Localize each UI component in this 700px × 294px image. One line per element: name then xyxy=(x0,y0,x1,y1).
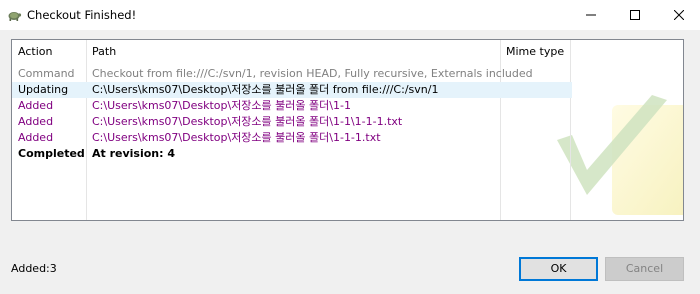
maximize-button[interactable] xyxy=(612,0,658,30)
column-header: Action Path Mime type xyxy=(12,40,683,220)
row-path: Checkout from file:///C:/svn/1, revision… xyxy=(92,67,533,80)
list-item[interactable]: Added C:\Users\kms07\Desktop\저장소를 불러올 폴더… xyxy=(12,114,572,130)
row-action: Added xyxy=(18,115,54,128)
list-item[interactable]: Command Checkout from file:///C:/svn/1, … xyxy=(12,66,572,82)
close-button[interactable] xyxy=(656,0,700,30)
list-item[interactable]: Updating C:\Users\kms07\Desktop\저장소를 불러올… xyxy=(12,82,572,98)
list-item[interactable]: Completed At revision: 4 xyxy=(12,146,572,162)
row-path: At revision: 4 xyxy=(92,147,176,160)
row-action: Added xyxy=(18,131,54,144)
title-bar: Checkout Finished! xyxy=(0,0,700,30)
tortoise-icon xyxy=(6,7,22,23)
row-path: C:\Users\kms07\Desktop\저장소를 불러올 폴더 from … xyxy=(92,83,439,96)
ok-button[interactable]: OK xyxy=(519,257,598,281)
row-path: C:\Users\kms07\Desktop\저장소를 불러올 폴더\1-1 xyxy=(92,99,351,112)
column-path[interactable]: Path xyxy=(86,40,116,64)
status-summary: Added:3 xyxy=(11,262,57,275)
row-path: C:\Users\kms07\Desktop\저장소를 불러올 폴더\1-1-1… xyxy=(92,131,381,144)
column-mime-type[interactable]: Mime type xyxy=(500,40,564,64)
cancel-button[interactable]: Cancel xyxy=(605,257,684,281)
maximize-icon xyxy=(630,10,640,20)
column-action[interactable]: Action xyxy=(12,40,52,64)
minimize-icon xyxy=(586,14,596,16)
minimize-button[interactable] xyxy=(568,0,614,30)
row-action: Completed xyxy=(18,147,85,160)
row-action: Updating xyxy=(18,83,69,96)
row-action: Added xyxy=(18,99,54,112)
row-path: C:\Users\kms07\Desktop\저장소를 불러올 폴더\1-1\1… xyxy=(92,115,403,128)
checkmark-watermark-icon xyxy=(557,95,683,215)
row-action: Command xyxy=(18,67,75,80)
window-title: Checkout Finished! xyxy=(27,8,137,22)
close-icon xyxy=(674,10,684,20)
list-item[interactable]: Added C:\Users\kms07\Desktop\저장소를 불러올 폴더… xyxy=(12,98,572,114)
results-list[interactable]: Action Path Mime type Command Checkout f… xyxy=(11,39,684,221)
list-item[interactable]: Added C:\Users\kms07\Desktop\저장소를 불러올 폴더… xyxy=(12,130,572,146)
